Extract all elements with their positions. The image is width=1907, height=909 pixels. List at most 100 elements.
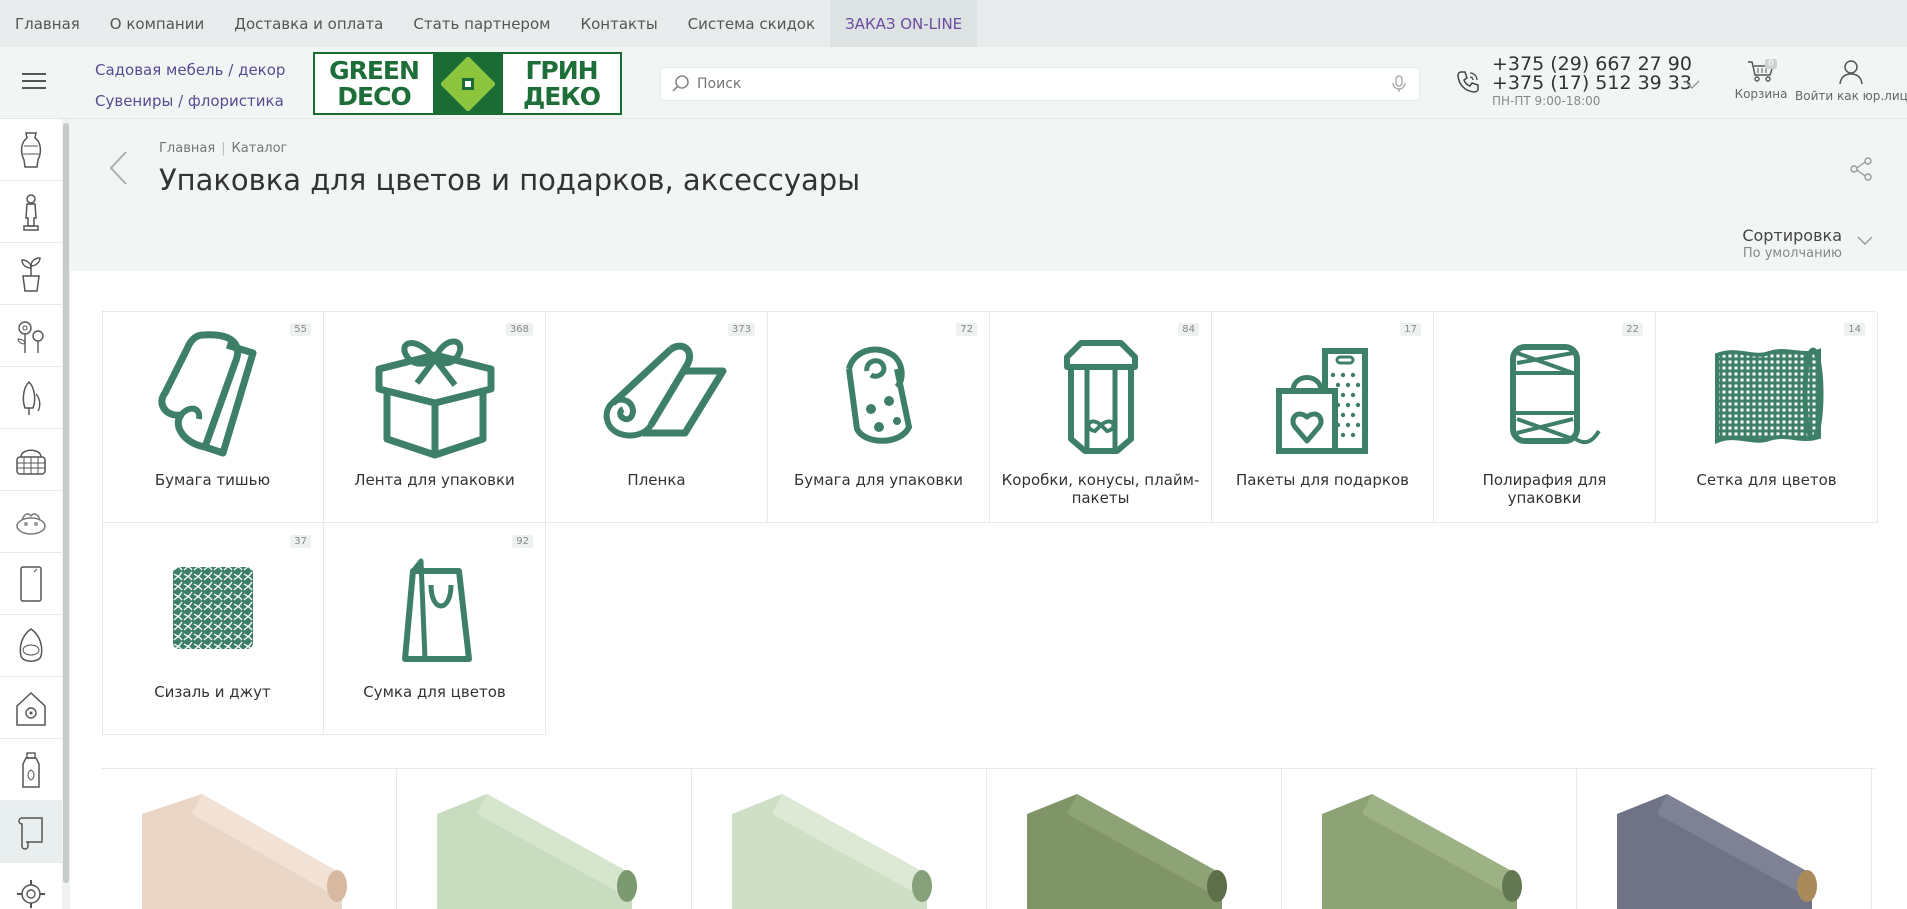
sidebar-item-vases[interactable] (0, 119, 62, 181)
category-count: 14 (1844, 323, 1865, 336)
search-input[interactable] (691, 76, 1389, 92)
film-roll-icon (603, 342, 726, 439)
link-garden-furniture[interactable]: Садовая мебель / декор (95, 55, 285, 86)
breadcrumb-separator: | (221, 141, 226, 156)
cart-label: Корзина (1734, 87, 1788, 101)
category-count: 92 (512, 535, 533, 548)
sidebar-item-flowers[interactable] (0, 305, 62, 367)
logo-text: GREEN (329, 55, 420, 85)
category-ribbon[interactable]: 368 Лента для упаковки (324, 311, 546, 523)
category-links: Садовая мебель / декор Сувениры / флорис… (95, 55, 285, 117)
category-polypropylene[interactable]: 22 Полирафия для упаковки (1434, 311, 1656, 523)
category-mesh[interactable]: 14 Сетка для цветов (1656, 311, 1878, 523)
sidebar-item-packaging[interactable] (0, 801, 62, 863)
logo-latin: GREEN DECO (315, 54, 433, 113)
category-sisal-jute[interactable]: 37 Сизаль и джут (102, 523, 324, 735)
nav-delivery[interactable]: Доставка и оплата (219, 0, 398, 47)
phone-icon (1457, 71, 1479, 93)
gift-bags-icon (1275, 348, 1368, 454)
category-name: Сетка для цветов (1696, 471, 1837, 489)
sidebar-item-home[interactable] (0, 677, 62, 739)
product-image (732, 794, 932, 909)
page-title: Упаковка для цветов и подарков, аксессуа… (159, 163, 861, 197)
microphone-icon[interactable] (1389, 74, 1409, 94)
nav-partner[interactable]: Стать партнером (398, 0, 565, 47)
category-gift-bags[interactable]: 17 Пакеты для подарков (1212, 311, 1434, 523)
nav-about[interactable]: О компании (95, 0, 219, 47)
category-flower-bag[interactable]: 92 Сумка для цветов (324, 523, 546, 735)
sidebar-item-mirrors[interactable] (0, 553, 62, 615)
tree-icon (22, 380, 41, 415)
product-image (1027, 794, 1227, 909)
scrollbar-thumb[interactable] (63, 123, 69, 883)
back-arrow-icon[interactable] (108, 150, 128, 186)
nav-contacts[interactable]: Контакты (565, 0, 672, 47)
sidebar-item-baskets[interactable] (0, 429, 62, 491)
product-card[interactable] (1577, 769, 1872, 909)
phone-number-2[interactable]: +375 (17) 512 39 33 (1492, 74, 1692, 93)
logo[interactable]: GREEN DECO ГРИН ДЕКО (313, 52, 622, 115)
category-name: Сизаль и джут (154, 683, 271, 701)
category-count: 72 (956, 323, 977, 336)
login-button[interactable]: Войти как юр.лицо (1795, 59, 1907, 103)
product-card[interactable] (987, 769, 1282, 909)
breadcrumb-catalog[interactable]: Каталог (232, 141, 288, 156)
product-card[interactable] (692, 769, 987, 909)
nav-discounts[interactable]: Система скидок (673, 0, 830, 47)
product-card[interactable] (102, 769, 397, 909)
logo-cyrillic: ГРИН ДЕКО (503, 54, 620, 113)
tissue-paper-icon (157, 331, 256, 457)
category-name: Полирафия для упаковки (1482, 471, 1607, 507)
category-count: 22 (1622, 323, 1643, 336)
category-film[interactable]: 373 Пленка (546, 311, 768, 523)
sidebar-item-figurines[interactable] (0, 181, 62, 243)
sidebar-item-bottles[interactable] (0, 739, 62, 801)
product-card[interactable] (397, 769, 692, 909)
mesh-roll-icon (1714, 347, 1823, 444)
house-gear-icon (16, 691, 46, 726)
product-image (437, 794, 637, 909)
chevron-down-icon[interactable] (1857, 236, 1873, 246)
category-wrapping-paper[interactable]: 72 Бумага для упаковки (768, 311, 990, 523)
basket-icon (16, 449, 46, 475)
category-count: 17 (1400, 323, 1421, 336)
header: Садовая мебель / декор Сувениры / флорис… (0, 47, 1907, 119)
nav-home[interactable]: Главная (0, 0, 95, 47)
link-souvenirs[interactable]: Сувениры / флористика (95, 86, 285, 117)
share-icon[interactable] (1848, 156, 1874, 182)
nav-order-online[interactable]: ЗАКАЗ ON-LINE (830, 0, 978, 47)
cart-button[interactable]: 0 Корзина (1732, 59, 1790, 101)
category-tissue-paper[interactable]: 55 Бумага тишью (102, 311, 324, 523)
sidebar-item-hanging[interactable] (0, 615, 62, 677)
paper-roll-icon (845, 346, 912, 444)
sidebar-scrollbar[interactable] (62, 119, 70, 909)
sort-dropdown[interactable]: Сортировка По умолчанию (1724, 226, 1842, 261)
menu-icon[interactable] (22, 73, 46, 91)
logo-text: ГРИН (525, 55, 598, 85)
hanging-planter-icon (19, 627, 43, 662)
category-name: Лента для упаковки (354, 471, 515, 489)
category-count: 368 (505, 323, 533, 336)
chevron-down-icon[interactable] (1684, 80, 1700, 90)
sisal-icon (172, 567, 253, 649)
sidebar-item-plants[interactable] (0, 243, 62, 305)
breadcrumb-home[interactable]: Главная (159, 141, 215, 156)
bottle-icon (22, 751, 40, 788)
product-card[interactable] (1282, 769, 1577, 909)
potted-plant-icon (21, 256, 41, 292)
user-icon (1839, 60, 1863, 85)
category-name: Коробки, конусы, плайм-пакеты (1001, 471, 1200, 507)
category-name: Бумага тишью (154, 471, 271, 489)
category-name: Пакеты для подарков (1235, 471, 1409, 489)
sidebar-item-wreaths[interactable] (0, 491, 62, 553)
hat-box-icon (1063, 340, 1138, 454)
sidebar-item-settings[interactable] (0, 863, 62, 909)
cart-count-badge: 0 (1765, 59, 1777, 69)
category-boxes[interactable]: 84 Коробки, конусы, плайм-пакеты (990, 311, 1212, 523)
figurine-icon (23, 193, 39, 231)
search-icon[interactable] (671, 74, 691, 94)
product-image (1617, 794, 1817, 909)
sidebar-item-trees[interactable] (0, 367, 62, 429)
logo-text: ДЕКО (522, 81, 601, 111)
sort-value: По умолчанию (1742, 246, 1842, 261)
